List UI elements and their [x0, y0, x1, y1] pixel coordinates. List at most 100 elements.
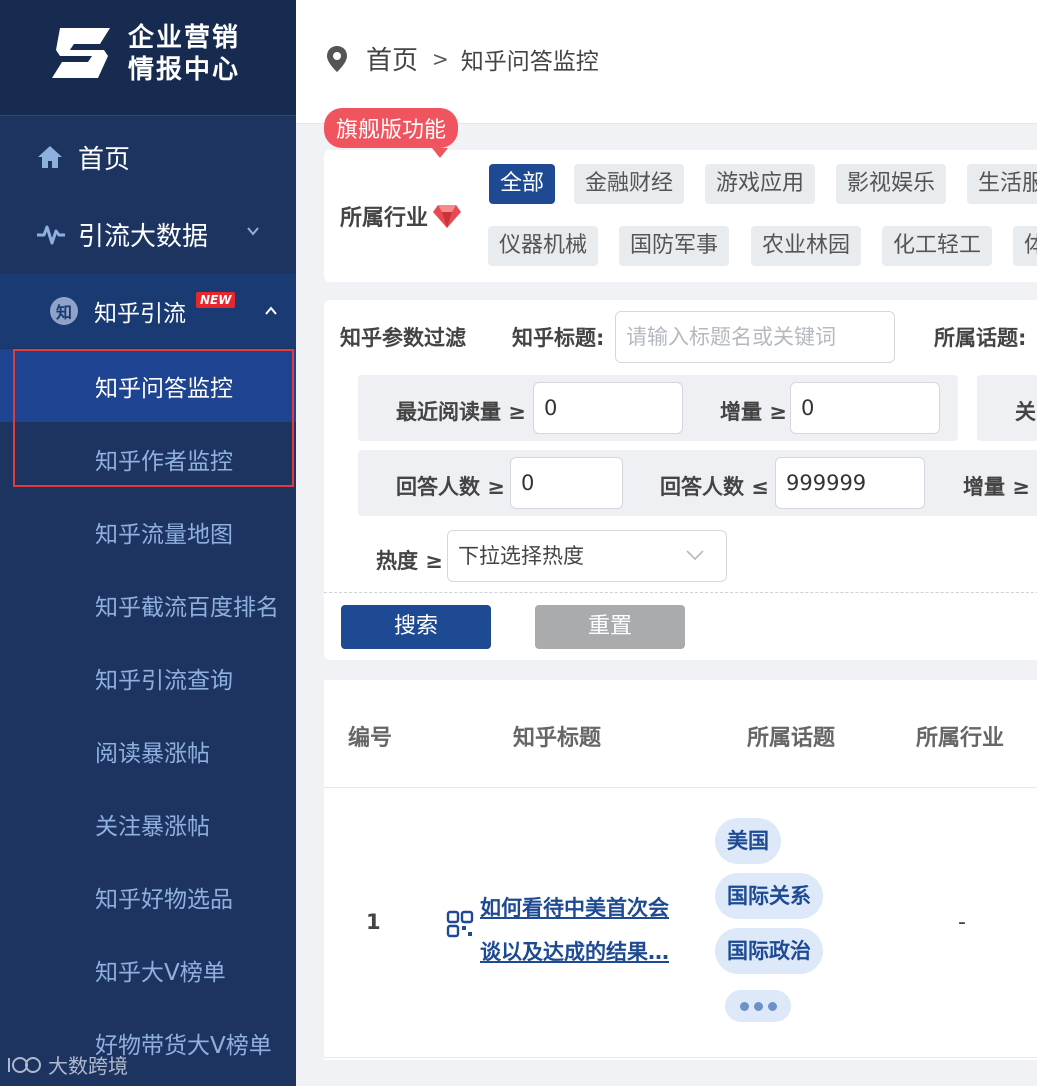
logo-icon [52, 28, 110, 78]
topic-tag[interactable]: 国际政治 [715, 928, 823, 974]
menu-item-qa-monitor[interactable]: 知乎问答监控 [0, 349, 296, 422]
watermark-text: 大数跨境 [48, 1054, 128, 1078]
industry-label-text: 所属行业 [340, 206, 429, 231]
industry-label: 所属行业 [340, 200, 462, 232]
industry-chip-agriculture[interactable]: 农业林园 [751, 226, 862, 266]
table-header-divider [324, 787, 1037, 788]
main-content: 首页 > 知乎问答监控 旗舰版功能 所属行业 全部 金融财经 游戏应用 影视娱乐… [296, 0, 1037, 1086]
menu-item-label: 关注暴涨帖 [95, 813, 210, 840]
menu-item-label: 知乎大V榜单 [95, 959, 226, 986]
pulse-icon [37, 225, 65, 245]
nav-zhihu-label: 知乎引流 [94, 301, 186, 327]
menu-item-author-monitor[interactable]: 知乎作者监控 [0, 422, 296, 495]
industry-chip-finance[interactable]: 金融财经 [574, 164, 685, 204]
new-badge: NEW [196, 292, 236, 308]
menu-item-traffic-map[interactable]: 知乎流量地图 [0, 495, 296, 568]
logo[interactable]: 企业营销 情报中心 [0, 0, 296, 116]
location-pin-icon [327, 45, 347, 72]
nav-home-label: 首页 [78, 144, 131, 175]
topic-tag[interactable]: 国际关系 [715, 873, 823, 919]
flagship-badge: 旗舰版功能 [324, 108, 459, 158]
heat-select[interactable]: 下拉选择热度 [447, 530, 727, 582]
industry-chip-chemical[interactable]: 化工轻工 [882, 226, 993, 266]
title-search-input[interactable] [615, 311, 895, 363]
industry-chip-machinery[interactable]: 仪器机械 [488, 226, 599, 266]
menu-item-label: 知乎好物选品 [95, 886, 233, 913]
heat-label: 热度 ≥ [376, 549, 443, 573]
industry-filter-card: 所属行业 全部 金融财经 游戏应用 影视娱乐 生活服 仪器机械 国防军事 农业林… [324, 150, 1037, 282]
chevron-up-icon [265, 306, 277, 315]
table-header-industry: 所属行业 [916, 726, 1005, 751]
question-title-link[interactable]: 如何看待中美首次会 谈以及达成的结果… [480, 886, 695, 974]
menu-item-traffic-query[interactable]: 知乎引流查询 [0, 641, 296, 714]
zhihu-icon: 知 [50, 297, 78, 325]
nav-group-traffic[interactable]: 引流大数据 [0, 196, 296, 272]
logo-text: 企业营销 情报中心 [128, 22, 240, 86]
answers-min-label: 回答人数 ≥ [396, 475, 505, 499]
table-header-no: 编号 [348, 726, 393, 751]
menu-item-baidu-rank[interactable]: 知乎截流百度排名 [0, 568, 296, 641]
more-dot-icon [739, 1001, 749, 1011]
table-header-title: 知乎标题 [513, 726, 602, 751]
read-min-input[interactable] [533, 382, 683, 434]
menu-item-label: 知乎问答监控 [95, 375, 233, 402]
more-dot-icon [767, 1001, 777, 1011]
diamond-icon [433, 205, 462, 228]
question-title-line-1: 如何看待中美首次会 [480, 896, 669, 920]
chevron-down-icon [686, 550, 704, 561]
industry-chip-sports[interactable]: 体 [1013, 226, 1037, 266]
menu-item-label: 知乎引流查询 [95, 667, 233, 694]
sidebar: 企业营销 情报中心 首页 引流大数据 知 知乎引流 NEW 知乎问答监控 知乎作… [0, 0, 296, 1086]
menu-item-read-surge[interactable]: 阅读暴涨帖 [0, 714, 296, 787]
breadcrumb-separator: > [432, 46, 449, 71]
filter-title: 知乎参数过滤 [340, 326, 466, 350]
search-button[interactable]: 搜索 [341, 605, 491, 649]
title-filter-label: 知乎标题: [512, 326, 605, 350]
logo-line-2: 情报中心 [128, 55, 241, 85]
reset-button[interactable]: 重置 [535, 605, 685, 649]
menu-item-label: 阅读暴涨帖 [95, 740, 210, 767]
menu-item-label: 知乎流量地图 [95, 521, 233, 548]
topic-tag[interactable]: 美国 [715, 818, 781, 864]
topbar: 首页 > 知乎问答监控 [296, 0, 1037, 124]
table-header-topic: 所属话题 [747, 726, 836, 751]
more-topics-button[interactable] [725, 990, 791, 1022]
logo-line-1: 企业营销 [128, 23, 241, 53]
industry-cell: - [958, 910, 966, 935]
answers-incr-label: 增量 ≥ [963, 475, 1030, 499]
follow-label-cut: 关 [1015, 400, 1036, 424]
menu-item-follow-surge[interactable]: 关注暴涨帖 [0, 787, 296, 860]
nav-home[interactable]: 首页 [0, 120, 296, 194]
row-number: 1 [366, 910, 381, 934]
chevron-down-icon [247, 227, 259, 236]
read-incr-label: 增量 ≥ [720, 400, 787, 424]
industry-chip-games[interactable]: 游戏应用 [705, 164, 816, 204]
answers-max-input[interactable] [775, 457, 925, 509]
breadcrumb-home[interactable]: 首页 [366, 40, 418, 77]
breadcrumb-current: 知乎问答监控 [460, 48, 599, 75]
watermark-logo-icon [8, 1056, 41, 1073]
industry-chip-all[interactable]: 全部 [489, 164, 556, 204]
param-filter-card: 知乎参数过滤 知乎标题: 所属话题: 最近阅读量 ≥ 增量 ≥ 关 回答人数 ≥… [324, 300, 1037, 660]
industry-chip-life[interactable]: 生活服 [967, 164, 1037, 204]
qr-code-icon[interactable] [446, 910, 474, 938]
menu-item-bigv-rank[interactable]: 知乎大V榜单 [0, 933, 296, 1006]
answers-min-input[interactable] [510, 457, 623, 509]
home-icon [38, 146, 62, 168]
table-row-divider [324, 1057, 1037, 1058]
more-dot-icon [753, 1001, 763, 1011]
industry-chip-military[interactable]: 国防军事 [619, 226, 730, 266]
read-min-label: 最近阅读量 ≥ [396, 400, 526, 424]
nav-group-label: 引流大数据 [78, 221, 209, 252]
menu-item-label: 知乎作者监控 [95, 448, 233, 475]
topic-filter-label: 所属话题: [934, 326, 1027, 350]
read-incr-input[interactable] [790, 382, 940, 434]
menu-item-label: 知乎截流百度排名 [95, 594, 279, 621]
nav-zhihu-traffic[interactable]: 知 知乎引流 NEW [0, 274, 296, 348]
heat-select-value: 下拉选择热度 [458, 544, 584, 568]
filter-divider [324, 592, 1037, 593]
menu-item-goods-pick[interactable]: 知乎好物选品 [0, 860, 296, 933]
result-table: 编号 知乎标题 所属话题 所属行业 1 如何看待中美首次会 谈以及达成的结果… … [324, 680, 1037, 1060]
watermark: 大数跨境 [6, 1050, 128, 1079]
industry-chip-entertainment[interactable]: 影视娱乐 [836, 164, 947, 204]
